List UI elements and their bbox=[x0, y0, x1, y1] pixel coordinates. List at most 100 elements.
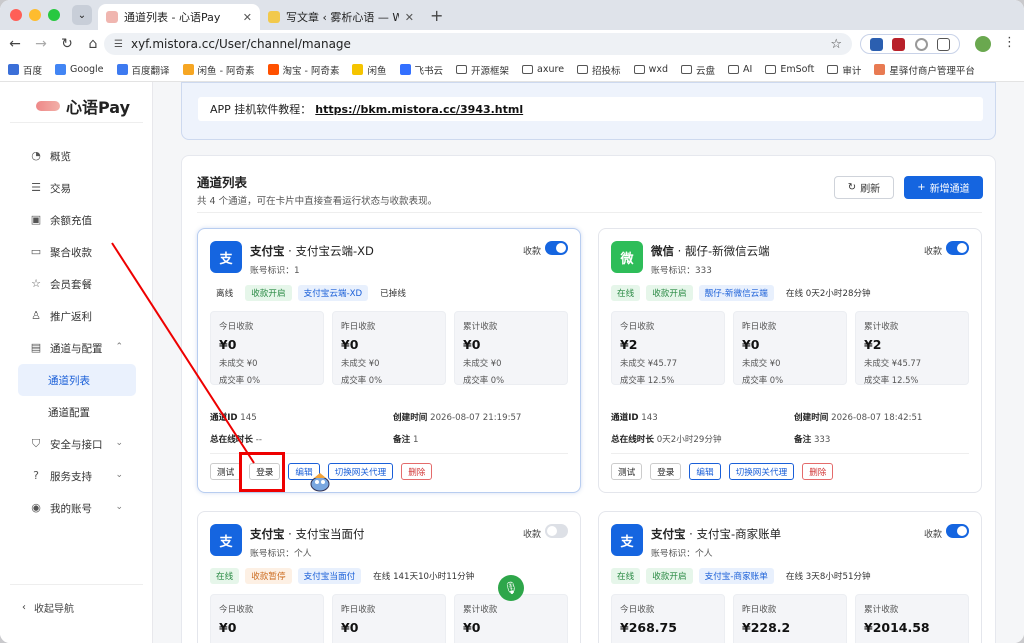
stat-unfinished: 未成交 ¥0 bbox=[742, 358, 781, 368]
stat-rate: 成交率 12.5% bbox=[620, 375, 675, 385]
tab-label: 通道列表 - 心语Pay bbox=[124, 11, 221, 24]
bookmark-item[interactable]: 云盘 bbox=[681, 63, 715, 77]
help-icon: ? bbox=[33, 469, 39, 482]
folder-icon bbox=[522, 65, 534, 74]
channel-card: 支支付宝 · 支付宝云端-XD 账号标识：1 收款 离线 收款开启 支付宝云端-XD 已掉线… bbox=[197, 228, 581, 493]
stat-value: ¥2 bbox=[620, 337, 638, 352]
bookmark-item[interactable]: 招投标 bbox=[577, 63, 621, 77]
separator: · bbox=[674, 244, 685, 258]
stat-unfinished: 未成交 ¥45.77 bbox=[864, 358, 922, 368]
close-window-button[interactable] bbox=[10, 9, 22, 21]
switch-proxy-button[interactable]: 切换网关代理 bbox=[327, 463, 394, 480]
extension-icon[interactable] bbox=[869, 37, 883, 51]
add-channel-button[interactable]: + 新增通道 bbox=[904, 176, 983, 199]
more-menu-icon[interactable]: ⋮ bbox=[1003, 35, 1016, 50]
bookmark-item[interactable]: 审计 bbox=[827, 63, 861, 77]
extension-icon[interactable] bbox=[892, 37, 906, 51]
extension-icon[interactable] bbox=[914, 37, 928, 51]
sidebar-item[interactable]: ☰ 交易 bbox=[0, 172, 153, 204]
chevron-icon: ⌄ bbox=[115, 438, 123, 448]
sidebar-item[interactable]: ☆ 会员套餐 bbox=[0, 268, 153, 300]
profile-avatar[interactable] bbox=[975, 36, 991, 52]
test-button[interactable]: 测试 bbox=[611, 463, 643, 480]
sidebar-item[interactable]: ⛉ 安全与接口 ⌄ bbox=[0, 428, 153, 460]
site-info-icon[interactable]: ☰ bbox=[114, 39, 123, 50]
minimize-window-button[interactable] bbox=[29, 9, 41, 21]
refresh-button[interactable]: ↻ 刷新 bbox=[834, 176, 894, 199]
bookmark-item[interactable]: EmSoft bbox=[765, 64, 814, 75]
bookmark-item[interactable]: 百度 bbox=[8, 63, 42, 77]
separator: · bbox=[685, 527, 697, 541]
delete-button[interactable]: 删除 bbox=[401, 463, 433, 480]
login-button[interactable]: 登录 bbox=[249, 463, 281, 480]
bookmark-item[interactable]: Google bbox=[55, 64, 104, 75]
stat-value: ¥2014.58 bbox=[864, 620, 930, 635]
collect-toggle[interactable] bbox=[545, 524, 568, 538]
tab-channel-list[interactable]: 通道列表 - 心语Pay ✕ bbox=[98, 4, 260, 30]
sidebar-item[interactable]: ▭ 聚合收款 bbox=[0, 236, 153, 268]
switch-proxy-button[interactable]: 切换网关代理 bbox=[728, 463, 795, 480]
delete-button[interactable]: 删除 bbox=[802, 463, 834, 480]
sidebar-subitem[interactable]: 通道配置 bbox=[0, 396, 153, 428]
stat-value: ¥2 bbox=[864, 337, 882, 352]
sidebar-subitem[interactable]: 通道列表 bbox=[18, 364, 136, 396]
login-button[interactable]: 登录 bbox=[650, 463, 682, 480]
bookmark-item[interactable]: wxd bbox=[633, 64, 668, 75]
test-button[interactable]: 测试 bbox=[210, 463, 242, 480]
new-tab-icon[interactable]: + bbox=[430, 6, 443, 25]
bookmark-label: 飞书云 bbox=[414, 65, 444, 77]
sidebar-item[interactable]: ? 服务支持 ⌄ bbox=[0, 460, 153, 492]
bookmark-label: AI bbox=[743, 64, 753, 75]
logo[interactable]: 心语Pay bbox=[36, 94, 130, 118]
sidebar-item[interactable]: ▤ 通道与配置 ⌃ bbox=[0, 332, 153, 364]
stat-label: 累计收款 bbox=[864, 605, 899, 615]
bookmark-star-icon[interactable]: ☆ bbox=[830, 37, 842, 52]
tab-search-icon[interactable]: ⌄ bbox=[72, 5, 92, 25]
status-badge: 在线 0天2小时28分钟 bbox=[779, 285, 877, 301]
sidebar-item[interactable]: ▣ 余额充值 bbox=[0, 204, 153, 236]
bookmark-item[interactable]: 闲鱼 - 阿奇素 bbox=[182, 63, 255, 77]
tab-wordpress[interactable]: 写文章 ‹ 雾析心语 — WordPress ✕ bbox=[260, 4, 422, 30]
close-tab-icon[interactable]: ✕ bbox=[405, 11, 414, 24]
action-bar: 测试 登录 编辑 切换网关代理 删除 bbox=[611, 463, 834, 480]
puzzle-icon[interactable] bbox=[937, 37, 951, 51]
bookmark-item[interactable]: 闲鱼 bbox=[352, 63, 387, 77]
bookmark-item[interactable]: 淘宝 - 阿奇素 bbox=[267, 63, 339, 77]
edit-button[interactable]: 编辑 bbox=[689, 463, 721, 480]
stat-rate: 成交率 12.5% bbox=[864, 375, 919, 385]
meta-label: 通道ID bbox=[210, 413, 238, 423]
microphone-icon[interactable]: 🎙 bbox=[498, 575, 524, 601]
site-favicon bbox=[8, 64, 19, 75]
url-field[interactable]: ☰ xyf.mistora.cc/User/channel/manage ☆ bbox=[104, 33, 852, 55]
reload-icon[interactable]: ↻ bbox=[56, 36, 78, 52]
bookmark-item[interactable]: 飞书云 bbox=[399, 63, 444, 77]
notice-label: APP 挂机软件教程： bbox=[210, 103, 312, 116]
home-icon[interactable]: ⌂ bbox=[82, 36, 104, 52]
sidebar-item[interactable]: ♙ 推广返利 bbox=[0, 300, 153, 332]
bookmark-item[interactable]: 百度翻译 bbox=[116, 63, 170, 77]
collect-toggle[interactable] bbox=[946, 524, 969, 538]
collect-toggle[interactable] bbox=[946, 241, 969, 255]
collapse-nav-button[interactable]: ‹ 收起导航 bbox=[22, 600, 74, 615]
forward-icon[interactable]: → bbox=[30, 36, 52, 52]
sidebar-item-label: 我的账号 bbox=[50, 502, 92, 515]
channel-name: 支付宝 · 支付宝当面付 bbox=[250, 526, 364, 542]
meta-label: 通道ID bbox=[611, 413, 639, 423]
bookmark-item[interactable]: 开源框架 bbox=[456, 63, 509, 77]
sidebar-item[interactable]: ◔ 概览 bbox=[0, 140, 153, 172]
account-id: 账号标识：个人 bbox=[250, 546, 312, 559]
sidebar-item[interactable]: ◉ 我的账号 ⌄ bbox=[0, 492, 153, 524]
status-tags: 在线 收款开启 靓仔-新微信云端 在线 0天2小时28分钟 bbox=[611, 285, 877, 301]
tutorial-link[interactable]: https://bkm.mistora.cc/3943.html bbox=[315, 103, 523, 116]
bookmark-item[interactable]: AI bbox=[728, 64, 752, 75]
collect-toggle[interactable] bbox=[545, 241, 568, 255]
maximize-window-button[interactable] bbox=[48, 9, 60, 21]
bookmark-item[interactable]: axure bbox=[522, 64, 564, 75]
sidebar-item-label: 安全与接口 bbox=[50, 438, 103, 451]
stat-value: ¥268.75 bbox=[620, 620, 677, 635]
sidebar-item-label: 服务支持 bbox=[50, 470, 92, 483]
bookmark-item[interactable]: 星驿付商户管理平台 bbox=[874, 63, 975, 77]
close-tab-icon[interactable]: ✕ bbox=[243, 11, 252, 24]
site-favicon bbox=[399, 64, 411, 75]
back-icon[interactable]: ← bbox=[4, 36, 26, 52]
